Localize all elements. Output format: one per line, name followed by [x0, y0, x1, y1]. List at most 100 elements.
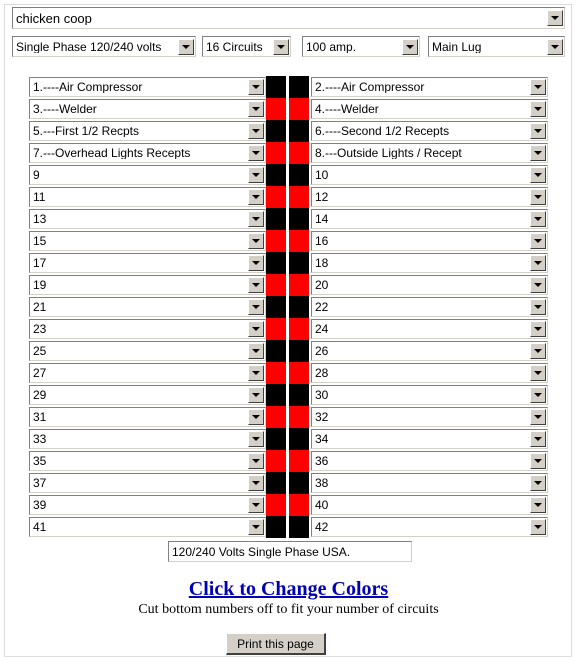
circuit-select-right[interactable]: 40 [311, 495, 548, 515]
change-colors-link[interactable]: Click to Change Colors [0, 578, 577, 601]
chevron-down-icon[interactable] [530, 123, 546, 139]
chevron-down-icon[interactable] [248, 255, 264, 271]
chevron-down-icon[interactable] [248, 123, 264, 139]
chevron-down-icon[interactable] [530, 431, 546, 447]
chevron-down-icon[interactable] [248, 145, 264, 161]
chevron-down-icon[interactable] [248, 365, 264, 381]
circuit-select-right[interactable]: 6.----Second 1/2 Recepts [311, 121, 548, 141]
circuit-select-left[interactable]: 19 [29, 275, 266, 295]
circuit-select-right[interactable]: 30 [311, 385, 548, 405]
circuit-select-left[interactable]: 21 [29, 297, 266, 317]
circuit-select-right[interactable]: 14 [311, 209, 548, 229]
chevron-down-icon[interactable] [248, 519, 264, 535]
circuit-select-left[interactable]: 23 [29, 319, 266, 339]
chevron-down-icon[interactable] [530, 233, 546, 249]
chevron-down-icon[interactable] [248, 101, 264, 117]
service-type-select[interactable]: Main Lug [428, 36, 565, 57]
chevron-down-icon[interactable] [248, 343, 264, 359]
chevron-down-icon[interactable] [530, 79, 546, 95]
circuit-select-left[interactable]: 17 [29, 253, 266, 273]
circuit-select-left[interactable]: 29 [29, 385, 266, 405]
chevron-down-icon[interactable] [248, 387, 264, 403]
circuit-select-left[interactable]: 7.---Overhead Lights Recepts [29, 143, 266, 163]
circuit-select-left[interactable]: 11 [29, 187, 266, 207]
panel-note-input[interactable]: 120/240 Volts Single Phase USA. [168, 541, 412, 562]
circuit-select-right[interactable]: 36 [311, 451, 548, 471]
chevron-down-icon[interactable] [530, 519, 546, 535]
chevron-down-icon[interactable] [530, 145, 546, 161]
chevron-down-icon[interactable] [530, 189, 546, 205]
circuit-select-right[interactable]: 20 [311, 275, 548, 295]
chevron-down-icon[interactable] [530, 453, 546, 469]
circuit-select-right[interactable]: 38 [311, 473, 548, 493]
circuit-select-right[interactable]: 10 [311, 165, 548, 185]
chevron-down-icon[interactable] [248, 211, 264, 227]
chevron-down-icon[interactable] [248, 497, 264, 513]
chevron-down-icon[interactable] [530, 255, 546, 271]
chevron-down-icon[interactable] [248, 277, 264, 293]
bus-bar-swatch-left [266, 98, 286, 120]
chevron-down-icon[interactable] [248, 475, 264, 491]
circuit-select-left[interactable]: 9 [29, 165, 266, 185]
chevron-down-icon[interactable] [530, 211, 546, 227]
circuit-select-left[interactable]: 1.----Air Compressor [29, 77, 266, 97]
circuit-label-right: 30 [315, 389, 329, 401]
chevron-down-icon[interactable] [530, 387, 546, 403]
chevron-down-icon[interactable] [530, 497, 546, 513]
circuit-select-right[interactable]: 12 [311, 187, 548, 207]
circuit-select-left[interactable]: 41 [29, 517, 266, 537]
chevron-down-icon[interactable] [530, 277, 546, 293]
chevron-down-icon[interactable] [530, 299, 546, 315]
chevron-down-icon[interactable] [530, 365, 546, 381]
chevron-down-icon[interactable] [530, 475, 546, 491]
chevron-down-icon[interactable] [530, 409, 546, 425]
circuit-select-left[interactable]: 25 [29, 341, 266, 361]
circuit-select-right[interactable]: 28 [311, 363, 548, 383]
chevron-down-icon[interactable] [248, 409, 264, 425]
circuit-select-left[interactable]: 27 [29, 363, 266, 383]
amperage-select[interactable]: 100 amp. [302, 36, 420, 57]
circuit-select-right[interactable]: 18 [311, 253, 548, 273]
chevron-down-icon[interactable] [547, 10, 563, 26]
circuit-select-left[interactable]: 37 [29, 473, 266, 493]
chevron-down-icon[interactable] [402, 38, 418, 55]
circuit-select-right[interactable]: 34 [311, 429, 548, 449]
chevron-down-icon[interactable] [530, 167, 546, 183]
circuit-select-left[interactable]: 35 [29, 451, 266, 471]
chevron-down-icon[interactable] [178, 38, 194, 55]
circuit-select-left[interactable]: 5.---First 1/2 Recpts [29, 121, 266, 141]
circuit-select-left[interactable]: 3.----Welder [29, 99, 266, 119]
print-page-button[interactable]: Print this page [226, 633, 326, 655]
chevron-down-icon[interactable] [248, 453, 264, 469]
chevron-down-icon[interactable] [248, 189, 264, 205]
circuit-label-left: 35 [33, 455, 47, 467]
circuits-count-select[interactable]: 16 Circuits [202, 36, 291, 57]
circuit-select-left[interactable]: 39 [29, 495, 266, 515]
circuit-select-right[interactable]: 22 [311, 297, 548, 317]
circuit-select-left[interactable]: 13 [29, 209, 266, 229]
chevron-down-icon[interactable] [530, 101, 546, 117]
circuit-select-left[interactable]: 15 [29, 231, 266, 251]
circuit-select-right[interactable]: 32 [311, 407, 548, 427]
chevron-down-icon[interactable] [547, 38, 563, 55]
chevron-down-icon[interactable] [530, 343, 546, 359]
circuit-select-right[interactable]: 24 [311, 319, 548, 339]
circuit-select-left[interactable]: 33 [29, 429, 266, 449]
chevron-down-icon[interactable] [248, 79, 264, 95]
circuit-select-right[interactable]: 4.----Welder [311, 99, 548, 119]
chevron-down-icon[interactable] [248, 233, 264, 249]
circuit-select-right[interactable]: 8.---Outside Lights / Recept [311, 143, 548, 163]
chevron-down-icon[interactable] [248, 299, 264, 315]
circuit-select-right[interactable]: 2.----Air Compressor [311, 77, 548, 97]
circuit-select-right[interactable]: 26 [311, 341, 548, 361]
chevron-down-icon[interactable] [248, 167, 264, 183]
chevron-down-icon[interactable] [273, 38, 289, 55]
circuit-select-right[interactable]: 16 [311, 231, 548, 251]
phase-select[interactable]: Single Phase 120/240 volts [12, 36, 196, 57]
circuit-select-right[interactable]: 42 [311, 517, 548, 537]
circuit-select-left[interactable]: 31 [29, 407, 266, 427]
chevron-down-icon[interactable] [248, 321, 264, 337]
chevron-down-icon[interactable] [530, 321, 546, 337]
chevron-down-icon[interactable] [248, 431, 264, 447]
panel-name-select[interactable]: chicken coop [12, 7, 565, 29]
